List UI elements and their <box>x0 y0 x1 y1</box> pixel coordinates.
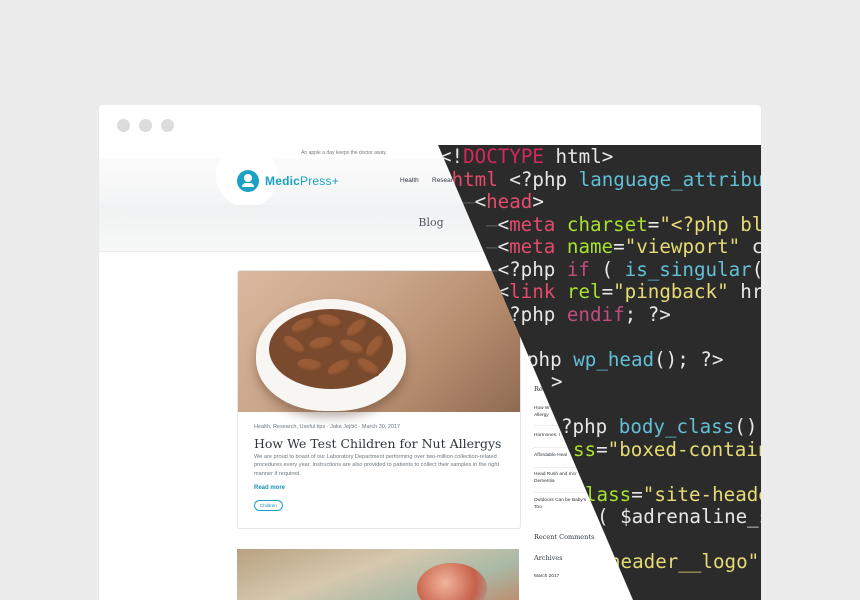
page-title: Blog <box>418 216 444 229</box>
site-tagline: An apple a day keeps the doctor away. <box>301 150 387 156</box>
second-post-image[interactable] <box>237 549 519 600</box>
sidebar-recent-post[interactable]: Outdoors Can be Baby's Too <box>534 498 594 511</box>
post-meta: Health, Research, Useful tips · Jaka Jej… <box>254 424 401 430</box>
post-title[interactable]: How We Test Children for Nut Allergys <box>254 436 514 451</box>
code-line-5: —<meta name="viewport" c <box>486 235 761 258</box>
code-line-14: ( $adrenaline_s <box>597 505 761 528</box>
code-line-6: —<?php if ( is_singular( <box>486 258 761 281</box>
user-pin-icon[interactable] <box>237 170 259 192</box>
code-line-10: > <box>551 370 563 393</box>
nav-item-health[interactable]: Health <box>400 177 419 184</box>
glass-object <box>417 563 487 600</box>
brand-primary: Medic <box>265 174 301 188</box>
code-line-11: ?php body_class(); <box>561 415 761 438</box>
brand-secondary: Press+ <box>300 174 339 188</box>
code-line-7: —<link rel="pingback" hr <box>486 280 761 303</box>
blog-post-card: Health, Research, Useful tips · Jaka Jej… <box>237 270 521 529</box>
almonds-bowl-image[interactable] <box>238 271 520 412</box>
window-maximize-dot[interactable] <box>161 119 174 132</box>
code-line-2: <html <?php language_attributes <box>440 168 761 191</box>
window-close-dot[interactable] <box>117 119 130 132</box>
code-line-12: ss="boxed-contain <box>573 438 761 461</box>
read-more-link[interactable]: Read more <box>254 485 285 491</box>
code-line-1: <!DOCTYPE html> <box>440 145 614 168</box>
code-line-15: header__logo" <box>609 550 760 573</box>
browser-window: An apple a day keeps the doctor away. Me… <box>99 105 761 600</box>
post-tag[interactable]: Children <box>254 500 283 511</box>
archives-heading: Archives <box>534 554 563 562</box>
post-excerpt: We are proud to boast of our Laboratory … <box>254 454 500 477</box>
code-line-3: —<head> <box>463 190 544 213</box>
code-line-9: php wp_head(); ?> <box>527 348 724 371</box>
recent-comments-heading: Recent Comments <box>534 533 595 541</box>
code-line-13: lass="site-heade <box>585 483 761 506</box>
code-line-4: —<meta charset="<?php bl <box>486 213 761 236</box>
archive-month-link[interactable]: March 2017 <box>534 574 594 581</box>
browser-title-bar <box>99 105 761 145</box>
browser-viewport: An apple a day keeps the doctor away. Me… <box>99 145 761 600</box>
bowl-shape <box>256 299 406 411</box>
site-logo[interactable]: MedicPress+ <box>265 174 339 188</box>
window-minimize-dot[interactable] <box>139 119 152 132</box>
